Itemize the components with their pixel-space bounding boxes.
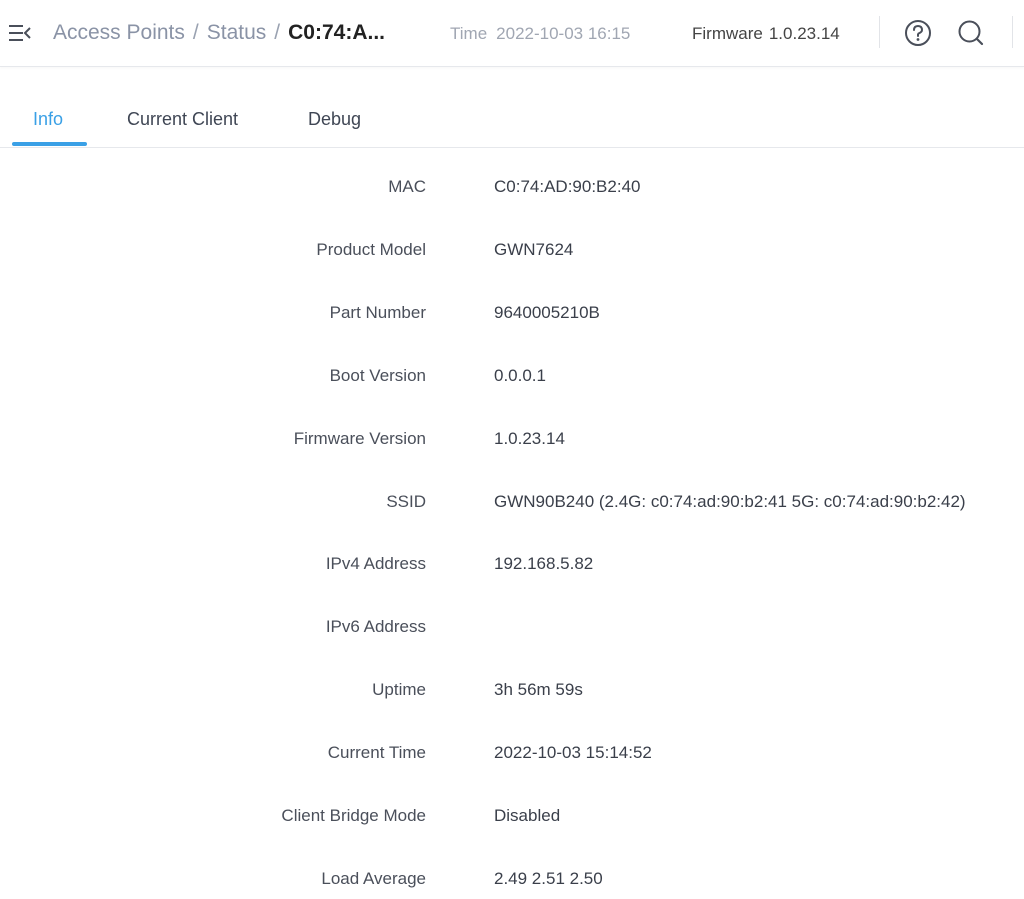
breadcrumb-access-points[interactable]: Access Points bbox=[53, 21, 185, 44]
info-row-product-model: Product Model GWN7624 bbox=[0, 235, 1024, 265]
info-label: Client Bridge Mode bbox=[281, 806, 426, 825]
breadcrumb-current: C0:74:A... bbox=[288, 21, 385, 44]
header-divider bbox=[1012, 16, 1013, 48]
info-value: GWN90B240 (2.4G: c0:74:ad:90:b2:41 5G: c… bbox=[494, 492, 966, 511]
info-row-current-time: Current Time 2022-10-03 15:14:52 bbox=[0, 738, 1024, 768]
search-icon[interactable] bbox=[956, 18, 986, 48]
info-value: C0:74:AD:90:B2:40 bbox=[494, 177, 641, 196]
info-label: Firmware Version bbox=[293, 429, 426, 448]
info-label: Product Model bbox=[316, 240, 426, 259]
info-value: 3h 56m 59s bbox=[494, 680, 583, 699]
info-row-ipv6-address: IPv6 Address bbox=[0, 612, 1024, 642]
header-divider bbox=[879, 16, 880, 48]
info-value: 0.0.0.1 bbox=[494, 366, 546, 385]
info-value: 9640005210B bbox=[494, 303, 600, 322]
breadcrumb-status[interactable]: Status bbox=[207, 21, 267, 44]
info-value: 2.49 2.51 2.50 bbox=[494, 869, 603, 888]
tab-debug[interactable]: Debug bbox=[308, 107, 361, 131]
info-label: IPv4 Address bbox=[325, 554, 426, 573]
time-value: 2022-10-03 16:15 bbox=[496, 24, 631, 43]
info-label: IPv6 Address bbox=[325, 617, 426, 636]
info-label: SSID bbox=[386, 492, 426, 511]
info-row-firmware-version: Firmware Version 1.0.23.14 bbox=[0, 424, 1024, 454]
info-value: Disabled bbox=[494, 806, 561, 825]
info-label: Uptime bbox=[372, 680, 426, 699]
info-row-load-average: Load Average 2.49 2.51 2.50 bbox=[0, 864, 1024, 894]
firmware-label: Firmware bbox=[692, 24, 763, 43]
info-row-boot-version: Boot Version 0.0.0.1 bbox=[0, 361, 1024, 391]
info-value: GWN7624 bbox=[494, 240, 574, 259]
firmware-display: Firmware 1.0.23.14 bbox=[692, 22, 840, 46]
tab-bar: Info Current Client Debug bbox=[0, 66, 1024, 148]
info-label: Boot Version bbox=[329, 366, 426, 385]
info-row-client-bridge-mode: Client Bridge Mode Disabled bbox=[0, 801, 1024, 831]
info-value: 2022-10-03 15:14:52 bbox=[494, 743, 652, 762]
info-label: Load Average bbox=[321, 869, 426, 888]
info-value: 192.168.5.82 bbox=[494, 554, 594, 573]
time-display: Time 2022-10-03 16:15 bbox=[450, 22, 630, 46]
breadcrumb: Access Points / Status / C0:74:A... bbox=[53, 19, 385, 47]
breadcrumb-separator: / bbox=[274, 21, 281, 44]
top-bar: Access Points / Status / C0:74:A... Time 2022… bbox=[0, 0, 1024, 67]
info-label: Current Time bbox=[327, 743, 426, 762]
info-label: Part Number bbox=[329, 303, 426, 322]
tab-info[interactable]: Info bbox=[33, 107, 63, 131]
info-row-ipv4-address: IPv4 Address 192.168.5.82 bbox=[0, 549, 1024, 579]
firmware-value: 1.0.23.14 bbox=[768, 24, 840, 43]
help-icon[interactable] bbox=[903, 18, 933, 48]
info-row-part-number: Part Number 9640005210B bbox=[0, 298, 1024, 328]
info-row-ssid: SSID GWN90B240 (2.4G: c0:74:ad:90:b2:41 … bbox=[0, 487, 1024, 517]
info-value: 1.0.23.14 bbox=[494, 429, 565, 448]
info-label: MAC bbox=[388, 177, 426, 196]
info-row-mac: MAC C0:74:AD:90:B2:40 bbox=[0, 172, 1024, 202]
tab-current-client[interactable]: Current Client bbox=[127, 107, 238, 131]
time-label: Time bbox=[450, 24, 488, 43]
menu-toggle-icon[interactable] bbox=[8, 22, 32, 44]
info-row-uptime: Uptime 3h 56m 59s bbox=[0, 675, 1024, 705]
breadcrumb-separator: / bbox=[192, 21, 199, 44]
active-tab-indicator bbox=[12, 142, 87, 146]
